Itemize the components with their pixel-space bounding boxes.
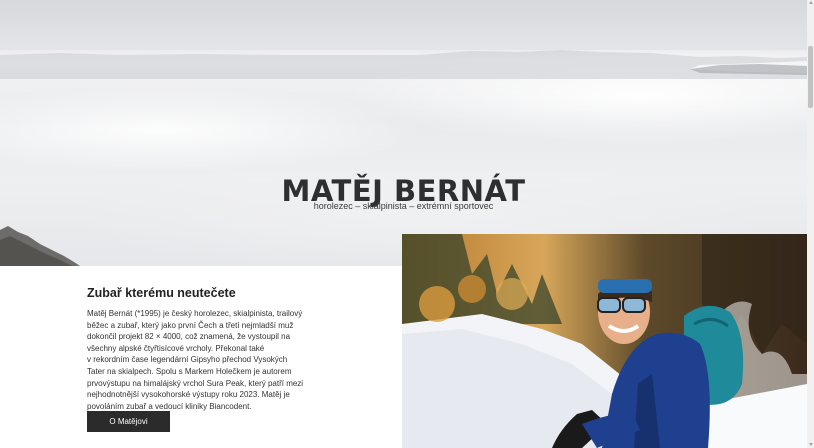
scroll-up-arrow-icon[interactable] [809, 1, 813, 4]
scroll-down-arrow-icon[interactable] [809, 443, 813, 446]
about-heading: Zubař kterému neutečete [87, 286, 236, 301]
about-paragraph: Matěj Bernát (*1995) je český horolezec,… [87, 309, 304, 411]
hero-sky [0, 0, 807, 50]
rocky-outcrop [0, 226, 80, 266]
athlete-photo [402, 234, 807, 448]
about-matej-button[interactable]: O Matějovi [87, 411, 170, 432]
page-scrollbar[interactable] [807, 0, 814, 448]
hero-banner: MATĚJ BERNÁT horolezec – skialpinista – … [0, 0, 807, 266]
scrollbar-thumb[interactable] [808, 46, 813, 108]
distant-mountain-ridge [0, 50, 807, 79]
hero-subtitle: horolezec – skialpinista – extrémní spor… [313, 201, 494, 211]
